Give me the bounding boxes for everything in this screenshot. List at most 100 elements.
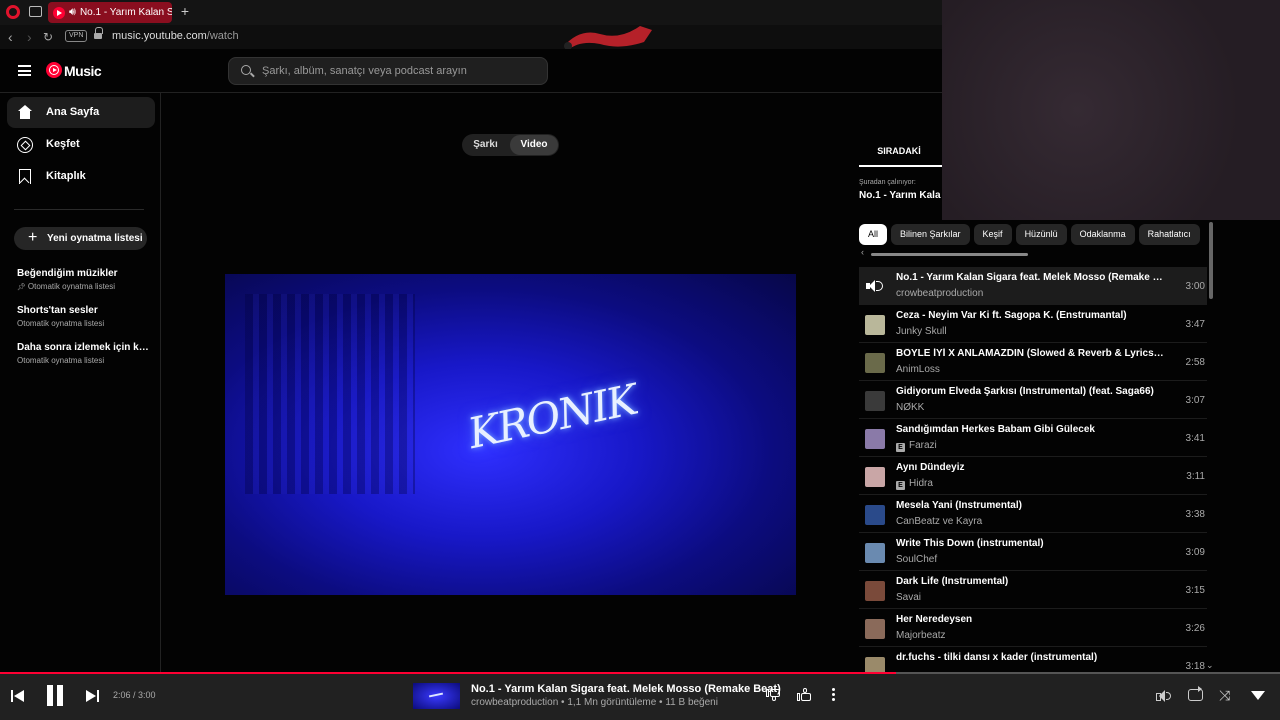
queue-item[interactable]: Gidiyorum Elveda Şarkısı (Instrumental) … bbox=[859, 381, 1207, 419]
now-playing-thumbnail[interactable] bbox=[413, 683, 460, 709]
sidebar-item-home[interactable]: Ana Sayfa bbox=[7, 97, 155, 128]
queue-item[interactable]: Aynı Dündeyiz E Hidra 3:11 bbox=[859, 457, 1207, 495]
video-neon-sign: KRONIK bbox=[463, 374, 641, 459]
queue-item-title: Her Neredeysen bbox=[896, 614, 973, 625]
playing-from-title[interactable]: No.1 - Yarım Kala bbox=[859, 190, 941, 201]
queue-item-thumbnail[interactable] bbox=[865, 543, 885, 563]
queue-item-duration: 3:18 bbox=[1185, 661, 1205, 672]
search-input[interactable] bbox=[262, 63, 542, 79]
queue-item[interactable]: dr.fuchs - tilki dansı x kader (instrume… bbox=[859, 647, 1207, 673]
url-field[interactable]: music.youtube.com/watch bbox=[112, 30, 239, 42]
toggle-video[interactable]: Video bbox=[510, 135, 558, 155]
queue-item-artist[interactable]: Hidra bbox=[909, 478, 933, 489]
pause-icon[interactable] bbox=[46, 685, 64, 706]
sidebar-divider bbox=[14, 209, 144, 210]
queue-item-thumbnail[interactable] bbox=[865, 581, 885, 601]
toggle-song[interactable]: Şarkı bbox=[462, 134, 509, 156]
more-options-icon[interactable] bbox=[832, 688, 836, 702]
reload-icon[interactable]: ↻ bbox=[43, 29, 53, 45]
queue-item-thumbnail[interactable] bbox=[865, 391, 885, 411]
new-playlist-button[interactable]: + Yeni oynatma listesi bbox=[14, 227, 147, 250]
speaker-icon[interactable]: 🔊︎ bbox=[69, 6, 76, 19]
new-tab-button[interactable]: + bbox=[178, 3, 192, 19]
chevron-down-icon[interactable]: ⌄ bbox=[1206, 660, 1214, 671]
brand-name[interactable]: Music bbox=[64, 63, 102, 79]
queue-item[interactable]: No.1 - Yarım Kalan Sigara feat. Melek Mo… bbox=[859, 267, 1207, 305]
playlist-title: Beğendiğim müzikler bbox=[17, 268, 118, 279]
queue-item-artist[interactable]: Majorbeatz bbox=[896, 630, 945, 641]
next-icon[interactable] bbox=[86, 689, 100, 703]
queue-item[interactable]: BÖYLE İYİ X ANLAMAZDIN (Slowed & Reverb … bbox=[859, 343, 1207, 381]
queue-item-artist[interactable]: crowbeatproduction bbox=[896, 288, 983, 299]
video-player[interactable]: KRONIK bbox=[225, 274, 796, 595]
queue-item-title: BÖYLE İYİ X ANLAMAZDIN (Slowed & Reverb … bbox=[896, 348, 1166, 359]
back-icon[interactable]: ‹ bbox=[8, 29, 13, 45]
chip-relax[interactable]: Rahatlatıcı bbox=[1138, 224, 1200, 245]
queue-item[interactable]: Write This Down (instrumental) SoulChef 3:… bbox=[859, 533, 1207, 571]
playlist-item-shorts[interactable]: Shorts'tan sesler Otomatik oynatma liste… bbox=[17, 305, 152, 328]
sidebar-item-label: Ana Sayfa bbox=[46, 106, 100, 118]
sidebar-item-explore[interactable]: Keşfet bbox=[7, 129, 155, 160]
previous-icon[interactable] bbox=[11, 689, 25, 703]
queue-scrollbar[interactable] bbox=[1209, 222, 1213, 299]
queue-item-thumbnail[interactable] bbox=[865, 505, 885, 525]
lock-icon[interactable] bbox=[94, 27, 103, 40]
shuffle-icon[interactable]: ⤨ bbox=[1219, 687, 1235, 703]
vpn-badge[interactable]: VPN bbox=[65, 30, 88, 42]
queue-item-artist[interactable]: Savai bbox=[896, 592, 921, 603]
queue-item-thumbnail[interactable] bbox=[865, 315, 885, 335]
player-bar bbox=[0, 672, 1280, 720]
now-playing-title[interactable]: No.1 - Yarım Kalan Sigara feat. Melek Mo… bbox=[471, 683, 781, 695]
queue-item-title: Aynı Dündeyiz bbox=[896, 462, 965, 473]
forward-icon[interactable]: › bbox=[27, 29, 32, 45]
chip-all[interactable]: All bbox=[859, 224, 888, 245]
youtube-music-logo-icon[interactable] bbox=[46, 62, 62, 78]
like-icon[interactable] bbox=[797, 687, 813, 703]
browser-logo-icon[interactable] bbox=[6, 5, 20, 19]
chip-known-songs[interactable]: Bilinen Şarkılar bbox=[891, 224, 970, 245]
queue-item-artist[interactable]: AnimLoss bbox=[896, 364, 940, 375]
queue-item-thumbnail[interactable] bbox=[865, 619, 885, 639]
playlist-item-liked[interactable]: Beğendiğim müzikler 📌︎ Otomatik oynatma l… bbox=[17, 268, 152, 291]
time-display: 2:06 / 3:00 bbox=[113, 690, 156, 700]
chips-scroll-thumb[interactable] bbox=[871, 253, 1028, 256]
playlist-subtitle: Otomatik oynatma listesi bbox=[17, 319, 105, 328]
queue-item[interactable]: Her Neredeysen Majorbeatz 3:26 bbox=[859, 609, 1207, 647]
tab-up-next[interactable]: SIRADAKİ bbox=[859, 139, 939, 168]
chip-discover[interactable]: Keşif bbox=[973, 224, 1012, 245]
playlist-item-watch-later[interactable]: Daha sonra izlemek için kayd... Otomatik… bbox=[17, 342, 152, 365]
scroll-left-icon[interactable]: ‹ bbox=[861, 247, 864, 257]
queue-item-thumbnail[interactable] bbox=[865, 467, 885, 487]
tab-menu-icon[interactable] bbox=[29, 6, 42, 17]
queue-item-artist[interactable]: NØKK bbox=[896, 402, 924, 413]
browser-tab-active[interactable]: 🔊︎ No.1 - Yarım Kalan Sigara bbox=[48, 2, 172, 23]
chips-scrollbar[interactable]: ‹ bbox=[859, 247, 1206, 258]
expand-player-icon[interactable] bbox=[1251, 691, 1265, 700]
search-box[interactable] bbox=[228, 57, 548, 85]
chip-focus[interactable]: Odaklanma bbox=[1070, 224, 1135, 245]
dislike-icon[interactable] bbox=[766, 687, 782, 703]
queue-item[interactable]: Ceza - Neyim Var Ki ft. Sagopa K. (Enstr… bbox=[859, 305, 1207, 343]
queue-item-thumbnail[interactable] bbox=[865, 657, 885, 673]
playing-from-label: Şuradan çalınıyor: bbox=[859, 179, 916, 186]
volume-icon[interactable] bbox=[1156, 689, 1172, 703]
chip-sad[interactable]: Hüzünlü bbox=[1015, 224, 1067, 245]
queue-item-artist-row: Savai bbox=[896, 592, 1166, 603]
sidebar-item-library[interactable]: Kitaplık bbox=[7, 161, 155, 192]
queue-item-artist[interactable]: SoulChef bbox=[896, 554, 937, 565]
queue-item[interactable]: Mesela Yani (Instrumental) CanBeatz ve Ka… bbox=[859, 495, 1207, 533]
queue-item[interactable]: Sandığımdan Herkes Babam Gibi Gülecek E Fa… bbox=[859, 419, 1207, 457]
queue-item-artist[interactable]: Farazi bbox=[909, 440, 937, 451]
queue-item-title: No.1 - Yarım Kalan Sigara feat. Melek Mo… bbox=[896, 272, 1166, 283]
queue-item-thumbnail[interactable] bbox=[865, 353, 885, 373]
repeat-icon[interactable] bbox=[1188, 686, 1203, 701]
queue-item-thumbnail[interactable] bbox=[865, 429, 885, 449]
queue-item-artist[interactable]: CanBeatz ve Kayra bbox=[896, 516, 982, 527]
more-dot bbox=[832, 693, 835, 696]
queue-item[interactable]: Dark Life (Instrumental) Savai 3:15 bbox=[859, 571, 1207, 609]
queue-item-artist-row: Junky Skull bbox=[896, 326, 1166, 337]
queue-item-artist[interactable]: Junky Skull bbox=[896, 326, 947, 337]
video-bookshelf bbox=[245, 294, 415, 494]
menu-icon[interactable] bbox=[18, 65, 31, 76]
search-icon bbox=[241, 65, 251, 75]
